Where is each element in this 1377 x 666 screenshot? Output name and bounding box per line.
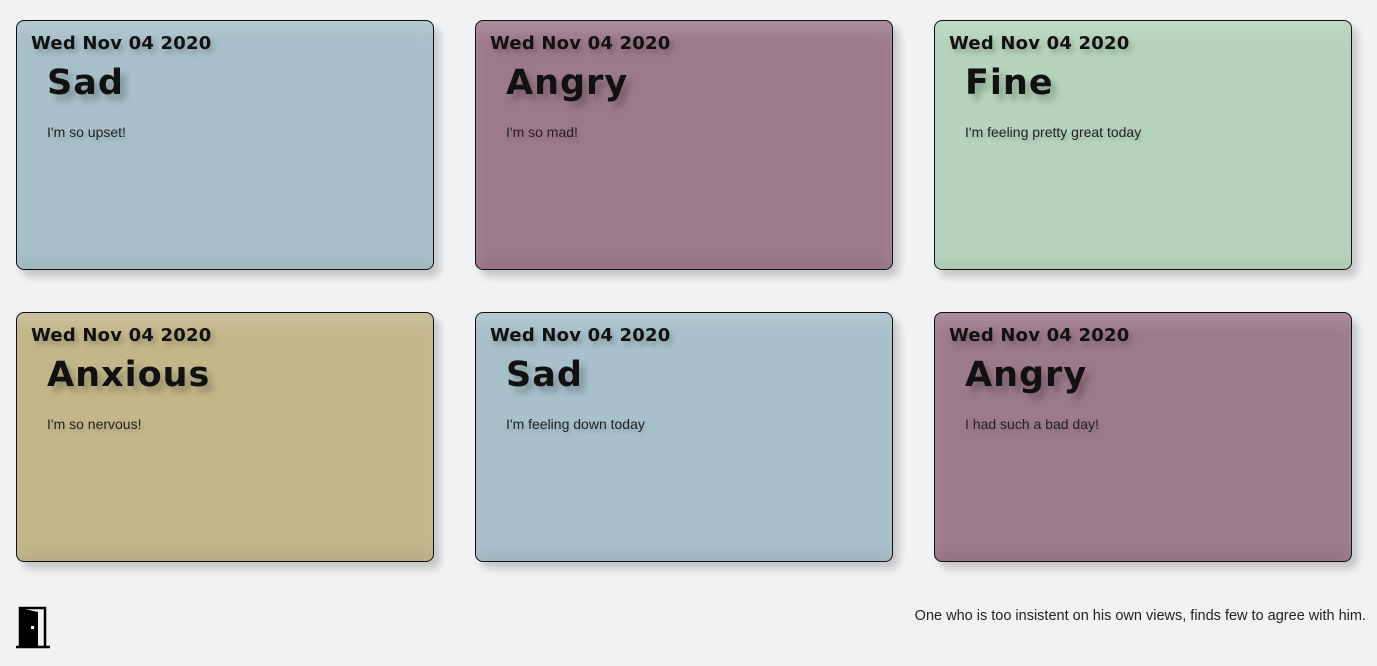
entry-note: I'm so mad! — [506, 124, 578, 140]
journal-entry-card[interactable]: Wed Nov 04 2020 Anxious I'm so nervous! — [16, 312, 434, 562]
journal-entries-grid: Wed Nov 04 2020 Sad I'm so upset! Wed No… — [16, 20, 1352, 562]
entry-note: I'm feeling down today — [506, 416, 645, 432]
entry-date: Wed Nov 04 2020 — [949, 33, 1130, 54]
entry-note: I had such a bad day! — [965, 416, 1099, 432]
entry-mood: Sad — [506, 355, 583, 395]
entry-mood: Anxious — [47, 355, 211, 395]
entry-mood: Sad — [47, 63, 124, 103]
entry-mood: Angry — [965, 355, 1088, 395]
journal-entry-card[interactable]: Wed Nov 04 2020 Sad I'm feeling down tod… — [475, 312, 893, 562]
journal-entry-card[interactable]: Wed Nov 04 2020 Fine I'm feeling pretty … — [934, 20, 1352, 270]
entry-note: I'm feeling pretty great today — [965, 124, 1142, 140]
entry-date: Wed Nov 04 2020 — [490, 325, 671, 346]
entry-mood: Fine — [965, 63, 1054, 103]
entry-date: Wed Nov 04 2020 — [31, 325, 212, 346]
journal-entry-card[interactable]: Wed Nov 04 2020 Angry I'm so mad! — [475, 20, 893, 270]
journal-entry-card[interactable]: Wed Nov 04 2020 Angry I had such a bad d… — [934, 312, 1352, 562]
door-exit-icon[interactable] — [16, 605, 50, 649]
entry-date: Wed Nov 04 2020 — [490, 33, 671, 54]
journal-entry-card[interactable]: Wed Nov 04 2020 Sad I'm so upset! — [16, 20, 434, 270]
entry-date: Wed Nov 04 2020 — [949, 325, 1130, 346]
entry-date: Wed Nov 04 2020 — [31, 33, 212, 54]
footer-quote: One who is too insistent on his own view… — [914, 608, 1366, 624]
entry-note: I'm so nervous! — [47, 416, 142, 432]
entry-note: I'm so upset! — [47, 124, 126, 140]
entry-mood: Angry — [506, 63, 629, 103]
